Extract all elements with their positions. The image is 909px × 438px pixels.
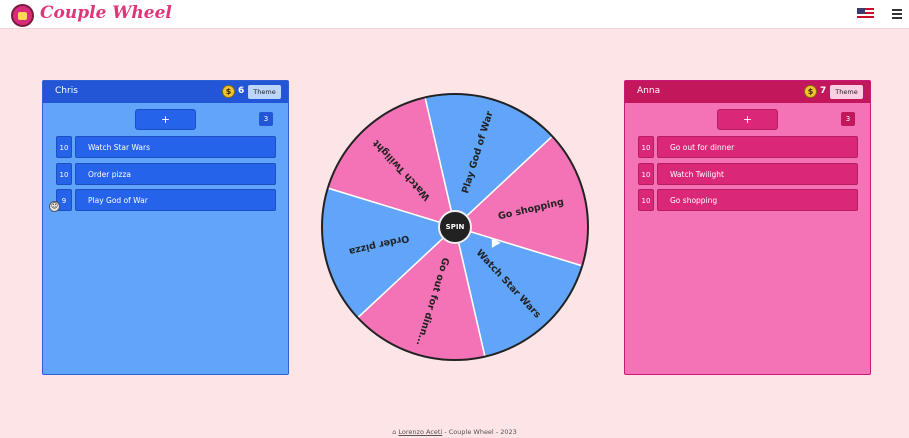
panel-header: Chris $ 6 Theme (43, 81, 288, 103)
item-label[interactable]: Go out for dinner (657, 136, 858, 158)
player-panel-right: Anna $ 7 Theme + 3 10 Go out for dinner … (624, 80, 871, 375)
add-item-button[interactable]: + (135, 109, 196, 130)
us-flag-icon[interactable] (857, 8, 874, 20)
player-name: Anna (637, 86, 661, 96)
item-label[interactable]: Order pizza (75, 163, 276, 185)
item-weight[interactable]: 10 (56, 163, 72, 185)
item-weight[interactable]: 10 (638, 189, 654, 211)
coin-count: 7 (820, 86, 827, 96)
app-header: Couple Wheel (0, 0, 909, 29)
hamburger-menu-icon[interactable] (892, 9, 902, 19)
spin-wheel[interactable]: Watch Twilight Play God of War Go shopping… (320, 92, 590, 362)
emoji-icon[interactable]: ☺ (49, 201, 60, 212)
item-weight[interactable]: 10 (638, 136, 654, 158)
app-title[interactable]: Couple Wheel (40, 3, 172, 23)
item-label[interactable]: Go shopping (657, 189, 858, 211)
coin-icon: $ (222, 85, 235, 98)
player-name: Chris (55, 86, 78, 96)
item-label[interactable]: Watch Twilight (657, 163, 858, 185)
footer: ⌂ Lorenzo Aceti - Couple Wheel - 2023 (0, 428, 909, 436)
footer-text: - Couple Wheel - 2023 (442, 428, 517, 436)
theme-button[interactable]: Theme (248, 85, 281, 99)
coin-count: 6 (238, 86, 245, 96)
theme-button[interactable]: Theme (830, 85, 863, 99)
item-label[interactable]: Watch Star Wars (75, 136, 276, 158)
item-weight[interactable]: 10 (638, 163, 654, 185)
item-count-badge: 3 (841, 112, 855, 126)
spin-button[interactable]: SPIN (438, 210, 472, 244)
item-label[interactable]: Play God of War (75, 189, 276, 211)
item-weight[interactable]: 10 (56, 136, 72, 158)
wheel-logo-icon[interactable] (11, 4, 34, 27)
panel-header: Anna $ 7 Theme (625, 81, 870, 103)
author-link[interactable]: Lorenzo Aceti (398, 428, 442, 436)
add-item-button[interactable]: + (717, 109, 778, 130)
item-count-badge: 3 (259, 112, 273, 126)
player-panel-left: Chris $ 6 Theme + 3 10 Watch Star Wars 1… (42, 80, 289, 375)
coin-icon: $ (804, 85, 817, 98)
